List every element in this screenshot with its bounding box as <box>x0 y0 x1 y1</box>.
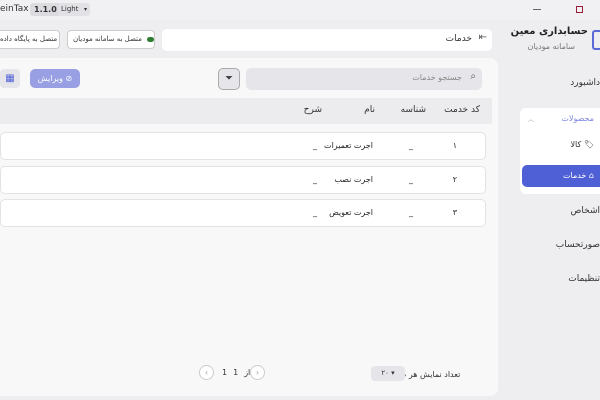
page-size-select[interactable]: ۲۰ ▾ <box>371 366 405 381</box>
db-connection-button[interactable]: متصل به پایگاه داده <box>0 30 60 49</box>
cell-code: ۲ <box>452 175 457 184</box>
page-size-value: ۲۰ <box>381 369 389 377</box>
cell-code: ۳ <box>452 208 457 217</box>
sidebar-item-statements[interactable]: صورتحساب <box>556 240 600 250</box>
sidebar-item-label: خدمات <box>562 171 587 180</box>
cell-code: ۱ <box>452 141 457 150</box>
edit-icon: ⊘ <box>65 74 73 83</box>
brand-logo-icon <box>592 30 600 50</box>
cell-name: اجرت نصب <box>334 175 373 184</box>
cell-desc: _ <box>313 208 317 217</box>
current-page: 1 <box>222 368 228 377</box>
page-title: خدمات <box>445 34 472 44</box>
cell-id: _ <box>409 208 413 217</box>
filter-button[interactable]: ⏷ <box>218 68 240 90</box>
minimize-icon[interactable] <box>533 9 541 10</box>
table-settings-button[interactable]: ▦ <box>0 69 20 88</box>
cell-desc: _ <box>313 141 317 150</box>
search-icon: ⌕ <box>470 71 476 82</box>
chevron-right-icon: › <box>255 368 260 377</box>
edit-button[interactable]: ویرایش ⊘ <box>30 69 80 88</box>
maximize-icon[interactable] <box>576 6 583 13</box>
sidebar-item-services[interactable]: خدمات ⌂ <box>522 165 600 187</box>
theme-select[interactable]: Light ▾ <box>58 3 90 16</box>
breadcrumb: خدمات ⇤ <box>162 29 492 51</box>
table-header: کد خدمت شناسه نام شرح <box>0 98 492 124</box>
main-panel: جستجو خدمات ⌕ ⏷ ویرایش ⊘ ▦ کد خدمت شناسه… <box>0 58 498 396</box>
theme-select-label: Light <box>61 5 79 13</box>
cell-desc: _ <box>313 175 317 184</box>
page-of-label: از <box>244 368 251 377</box>
sidebar-item-goods[interactable]: کالا 🏷 <box>570 140 594 149</box>
portal-connection-label: متصل به سامانه مودیان <box>73 35 142 43</box>
brand-subtitle: سامانه مودیان <box>527 42 575 51</box>
edit-button-label: ویرایش <box>37 74 63 83</box>
version-badge: 1.1.0 <box>30 3 61 16</box>
total-pages: 1 <box>233 368 239 377</box>
title-bar: einTax 1.1.0 Light ▾ <box>0 0 600 20</box>
column-header-desc[interactable]: شرح <box>304 105 322 115</box>
tag-icon: 🏷 <box>583 140 594 149</box>
search-input[interactable]: جستجو خدمات ⌕ <box>246 68 482 90</box>
table-row[interactable]: ۱ _ اجرت تعمیرات _ <box>0 132 486 160</box>
chevron-down-icon: ▾ <box>391 369 395 377</box>
sidebar-item-label: کالا <box>570 140 582 149</box>
cell-id: _ <box>409 175 413 184</box>
services-icon: ⌂ <box>588 171 594 180</box>
chevron-up-icon: ︿ <box>527 115 535 123</box>
column-header-id[interactable]: شناسه <box>401 105 426 115</box>
back-arrow-icon[interactable]: ⇤ <box>479 32 487 43</box>
cell-name: اجرت تعمیرات <box>324 141 373 150</box>
column-header-name[interactable]: نام <box>364 105 375 115</box>
table-row[interactable]: ۲ _ اجرت نصب _ <box>0 166 486 194</box>
chevron-left-icon: ‹ <box>204 368 209 377</box>
sidebar-item-products[interactable]: ︿ محصولات <box>527 114 594 123</box>
sidebar-item-dashboard[interactable]: داشبورد <box>570 78 600 88</box>
sidebar-item-label: محصولات <box>561 114 594 123</box>
sidebar-group-products: ︿ محصولات کالا 🏷 خدمات ⌂ <box>520 108 600 194</box>
column-header-code[interactable]: کد خدمت <box>444 105 480 115</box>
brand-title: حسابداری معین <box>510 26 588 37</box>
next-page-button[interactable]: ‹ <box>199 365 214 380</box>
table-row[interactable]: ۳ _ اجرت تعویض _ <box>0 199 486 227</box>
cell-name: اجرت تعویض <box>329 208 373 217</box>
sidebar: حسابداری معین سامانه مودیان داشبورد ︿ مح… <box>500 20 600 400</box>
search-placeholder: جستجو خدمات <box>412 73 462 82</box>
chevron-down-icon: ▾ <box>83 6 87 13</box>
page-indicator: 1 از 1 <box>219 368 253 377</box>
app-name: einTax <box>0 4 29 14</box>
db-connection-label: متصل به پایگاه داده <box>0 35 58 43</box>
portal-connection-button[interactable]: متصل به سامانه مودیان <box>67 30 155 49</box>
filter-icon: ⏷ <box>225 73 233 84</box>
sidebar-item-settings[interactable]: تنظیمات <box>568 274 600 284</box>
sidebar-item-persons[interactable]: اشخاص <box>571 206 600 216</box>
cell-id: _ <box>409 141 413 150</box>
cloud-icon <box>147 36 155 42</box>
table-grid-icon: ▦ <box>5 73 15 84</box>
